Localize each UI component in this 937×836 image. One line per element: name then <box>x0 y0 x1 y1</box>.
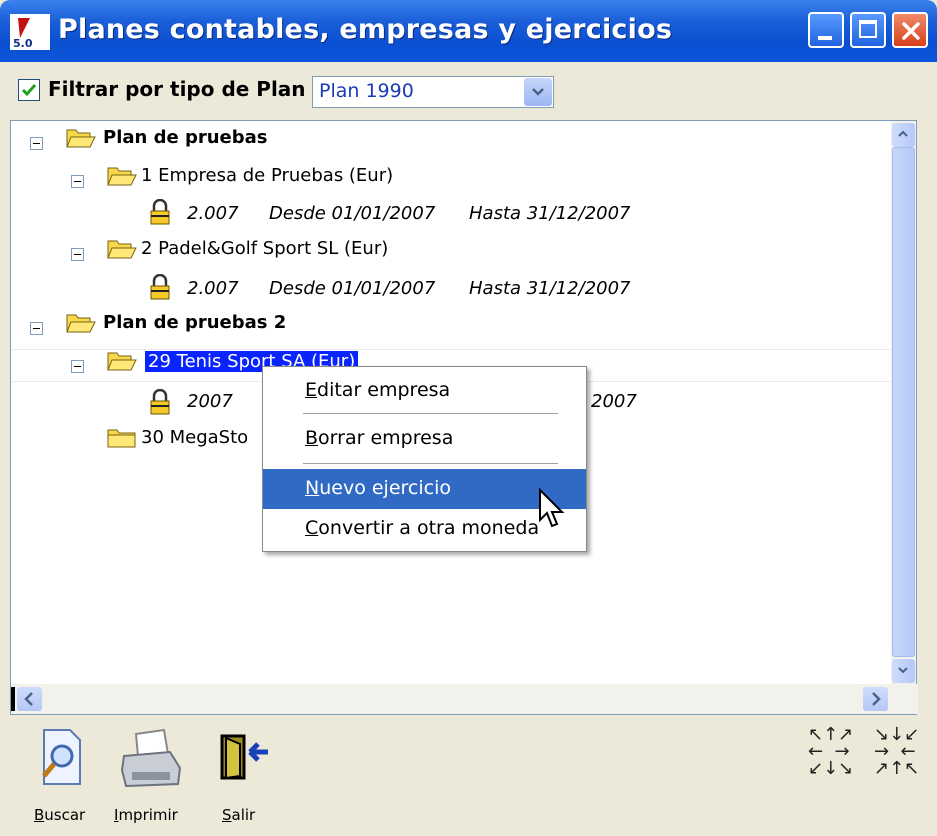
exercise-to-partial: 2007 <box>591 391 637 412</box>
close-icon <box>902 22 920 40</box>
exit-button[interactable]: Salir <box>216 722 276 832</box>
exercise-year[interactable]: 2.007 <box>187 274 239 304</box>
filter-label[interactable]: Filtrar por tipo de Plan <box>48 77 306 101</box>
tree-node-company[interactable]: 1 Empresa de Pruebas (Eur) <box>141 161 393 191</box>
collapse-toggle[interactable] <box>30 322 43 335</box>
maximize-icon <box>859 20 877 38</box>
printer-icon <box>120 728 182 788</box>
exercise-to: Hasta 31/12/2007 <box>469 278 631 299</box>
plan-type-select[interactable]: Plan 1990 <box>312 76 554 108</box>
horizontal-scrollbar[interactable] <box>11 684 918 714</box>
scroll-down-button[interactable] <box>892 659 915 683</box>
checkmark-icon <box>21 84 37 97</box>
tree-node-company[interactable]: 2 Padel&Golf Sport SL (Eur) <box>141 234 388 264</box>
lock-icon <box>150 199 170 225</box>
chevron-right-icon <box>872 692 881 706</box>
scroll-right-button[interactable] <box>863 687 888 711</box>
app-icon: 5.0 <box>10 14 50 50</box>
tree-node-company[interactable]: 30 MegaSto <box>141 423 248 453</box>
open-folder-icon <box>107 352 137 371</box>
collapse-toggle[interactable] <box>71 360 84 373</box>
collapse-toggle[interactable] <box>30 137 43 150</box>
scroll-up-button[interactable] <box>892 123 915 147</box>
window: 5.0 Planes contables, empresas y ejercic… <box>0 0 937 836</box>
exercise-to: Hasta 31/12/2007 <box>469 203 631 224</box>
menu-item-delete-company[interactable]: Borrar empresa <box>263 419 586 459</box>
title-bar[interactable]: 5.0 Planes contables, empresas y ejercic… <box>0 0 937 62</box>
closed-folder-icon <box>107 429 136 448</box>
menu-item-edit-company[interactable]: Editar empresa <box>263 371 586 411</box>
scroll-left-button[interactable] <box>17 687 42 711</box>
mouse-cursor-icon <box>539 488 565 528</box>
window-title: Planes contables, empresas y ejercicios <box>58 14 673 45</box>
collapse-toggle[interactable] <box>71 175 84 188</box>
row-divider <box>11 349 891 350</box>
dropdown-button[interactable] <box>524 78 552 106</box>
vertical-scroll-thumb[interactable] <box>892 147 915 657</box>
exercise-year[interactable]: 2.007 <box>187 199 239 229</box>
menu-separator <box>303 463 558 464</box>
vertical-scrollbar[interactable] <box>891 121 916 686</box>
search-document-icon <box>42 729 81 785</box>
close-button[interactable] <box>892 12 928 48</box>
exit-label: Salir <box>222 806 256 824</box>
minimize-icon <box>818 36 832 40</box>
horizontal-scroll-thumb[interactable] <box>11 687 15 711</box>
exercise-from: Desde 01/01/2007 <box>269 203 436 224</box>
open-folder-icon <box>66 129 96 148</box>
exercise-year[interactable]: 2007 <box>187 387 233 417</box>
exit-door-icon <box>220 734 268 780</box>
chevron-up-icon <box>898 130 908 137</box>
chevron-down-icon <box>898 667 908 674</box>
maximize-button[interactable] <box>850 12 886 48</box>
collapse-toggle[interactable] <box>71 248 84 261</box>
menu-separator <box>303 413 558 414</box>
filter-checkbox[interactable] <box>18 79 40 101</box>
search-button[interactable]: Buscar <box>32 722 96 832</box>
open-folder-icon <box>107 167 137 186</box>
minimize-button[interactable] <box>808 12 844 48</box>
expand-all-icon[interactable]: ↖↑↗ ← → ↙↓↘ <box>808 726 860 778</box>
chevron-left-icon <box>24 692 33 706</box>
tree-node-plan[interactable]: Plan de pruebas <box>103 123 267 153</box>
plan-type-value: Plan 1990 <box>319 80 414 102</box>
lock-icon <box>150 274 170 300</box>
chevron-down-icon <box>532 88 544 96</box>
open-folder-icon <box>66 314 96 333</box>
print-button[interactable]: Imprimir <box>112 722 192 832</box>
tree-node-plan[interactable]: Plan de pruebas 2 <box>103 308 286 338</box>
print-label: Imprimir <box>114 806 178 824</box>
search-label: Buscar <box>34 806 86 824</box>
lock-icon <box>150 389 170 415</box>
open-folder-icon <box>107 240 137 259</box>
exercise-from: Desde 01/01/2007 <box>269 278 436 299</box>
collapse-all-icon[interactable]: ↘↓↙ → ← ↗↑↖ <box>874 726 934 778</box>
svg-text:5.0: 5.0 <box>13 37 33 50</box>
